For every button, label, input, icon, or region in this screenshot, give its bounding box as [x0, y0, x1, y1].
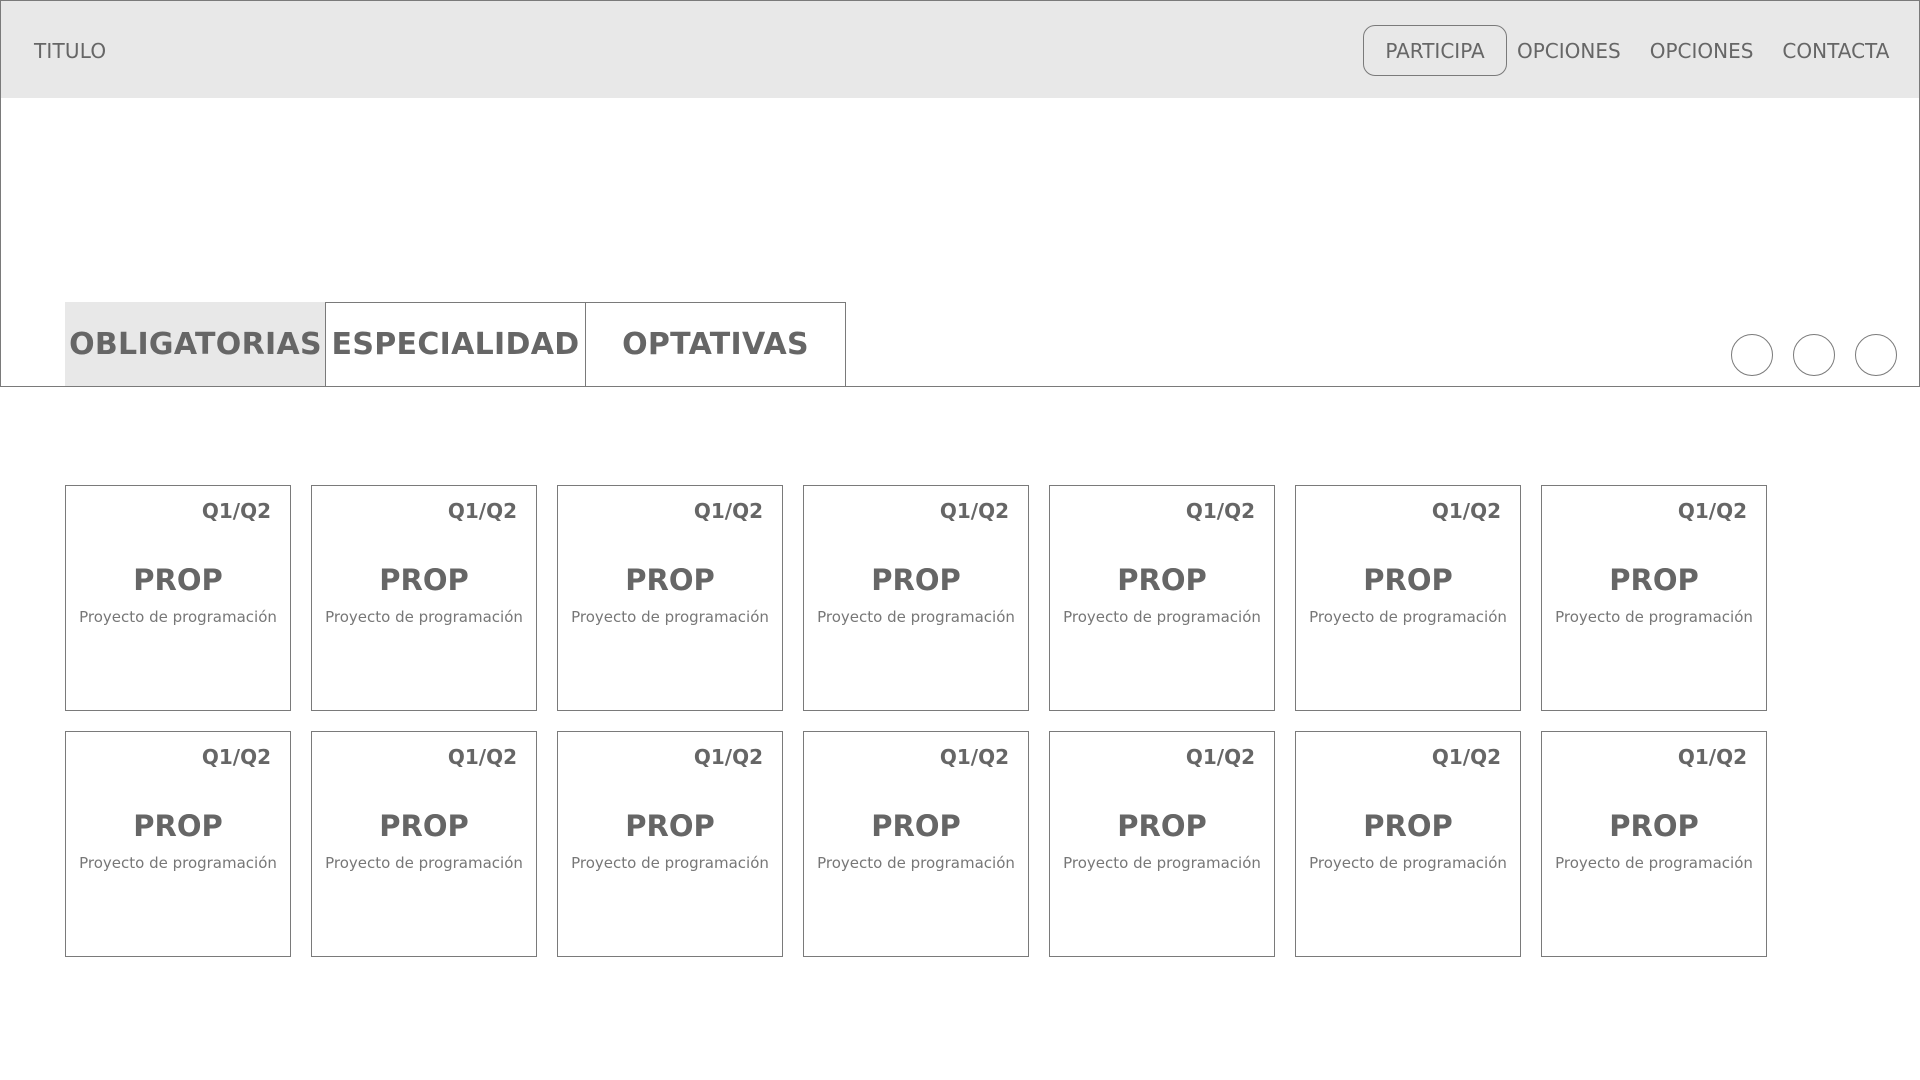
subject-card[interactable]: Q1/Q2 PROP Proyecto de programación [65, 731, 291, 957]
subject-card[interactable]: Q1/Q2 PROP Proyecto de programación [803, 485, 1029, 711]
card-name: Proyecto de programación [817, 608, 1015, 626]
card-code: PROP [871, 563, 961, 597]
card-term: Q1/Q2 [447, 499, 517, 523]
card-name: Proyecto de programación [1309, 854, 1507, 872]
main-nav: PARTICIPA OPCIONES OPCIONES CONTACTA [1363, 25, 1889, 76]
card-term: Q1/Q2 [201, 499, 271, 523]
subject-card-grid: Q1/Q2 PROP Proyecto de programación Q1/Q… [65, 485, 1767, 957]
card-code: PROP [1363, 563, 1453, 597]
card-name: Proyecto de programación [571, 608, 769, 626]
subject-card[interactable]: Q1/Q2 PROP Proyecto de programación [1541, 731, 1767, 957]
tab-especialidad[interactable]: ESPECIALIDAD [325, 302, 586, 387]
nav-participa-button[interactable]: PARTICIPA [1363, 25, 1507, 76]
card-term: Q1/Q2 [1185, 745, 1255, 769]
card-term: Q1/Q2 [693, 499, 763, 523]
card-name: Proyecto de programación [1063, 854, 1261, 872]
card-name: Proyecto de programación [1063, 608, 1261, 626]
card-term: Q1/Q2 [1185, 499, 1255, 523]
card-code: PROP [1363, 809, 1453, 843]
card-code: PROP [133, 563, 223, 597]
subject-card[interactable]: Q1/Q2 PROP Proyecto de programación [65, 485, 291, 711]
subject-card[interactable]: Q1/Q2 PROP Proyecto de programación [1541, 485, 1767, 711]
card-name: Proyecto de programación [79, 608, 277, 626]
card-name: Proyecto de programación [79, 854, 277, 872]
nav-opciones-link-1[interactable]: OPCIONES [1517, 39, 1621, 63]
subject-card[interactable]: Q1/Q2 PROP Proyecto de programación [1049, 485, 1275, 711]
subject-card[interactable]: Q1/Q2 PROP Proyecto de programación [557, 731, 783, 957]
card-code: PROP [1609, 809, 1699, 843]
card-name: Proyecto de programación [817, 854, 1015, 872]
card-code: PROP [871, 809, 961, 843]
subject-card[interactable]: Q1/Q2 PROP Proyecto de programación [1295, 731, 1521, 957]
nav-opciones-link-2[interactable]: OPCIONES [1650, 39, 1754, 63]
card-code: PROP [379, 563, 469, 597]
card-term: Q1/Q2 [1431, 499, 1501, 523]
card-term: Q1/Q2 [1431, 745, 1501, 769]
card-name: Proyecto de programación [325, 608, 523, 626]
card-code: PROP [1117, 809, 1207, 843]
subject-tabs: OBLIGATORIAS ESPECIALIDAD OPTATIVAS [65, 302, 846, 387]
card-code: PROP [625, 809, 715, 843]
card-term: Q1/Q2 [693, 745, 763, 769]
top-navbar: TITULO PARTICIPA OPCIONES OPCIONES CONTA… [0, 0, 1920, 99]
card-code: PROP [1609, 563, 1699, 597]
card-term: Q1/Q2 [939, 499, 1009, 523]
card-term: Q1/Q2 [1677, 745, 1747, 769]
card-code: PROP [133, 809, 223, 843]
card-name: Proyecto de programación [1309, 608, 1507, 626]
tab-optativas[interactable]: OPTATIVAS [585, 302, 846, 387]
subject-card[interactable]: Q1/Q2 PROP Proyecto de programación [557, 485, 783, 711]
carousel-dot-3[interactable] [1855, 334, 1897, 376]
subject-card[interactable]: Q1/Q2 PROP Proyecto de programación [1049, 731, 1275, 957]
subject-card[interactable]: Q1/Q2 PROP Proyecto de programación [311, 485, 537, 711]
nav-contacta-link[interactable]: CONTACTA [1782, 39, 1889, 63]
card-term: Q1/Q2 [447, 745, 517, 769]
card-name: Proyecto de programación [1555, 608, 1753, 626]
site-title[interactable]: TITULO [34, 39, 106, 63]
subject-card[interactable]: Q1/Q2 PROP Proyecto de programación [803, 731, 1029, 957]
card-code: PROP [379, 809, 469, 843]
card-name: Proyecto de programación [571, 854, 769, 872]
card-name: Proyecto de programación [325, 854, 523, 872]
carousel-dots [1731, 334, 1917, 376]
card-term: Q1/Q2 [201, 745, 271, 769]
subject-card[interactable]: Q1/Q2 PROP Proyecto de programación [311, 731, 537, 957]
card-code: PROP [1117, 563, 1207, 597]
tab-obligatorias[interactable]: OBLIGATORIAS [65, 302, 326, 387]
carousel-dot-2[interactable] [1793, 334, 1835, 376]
card-term: Q1/Q2 [1677, 499, 1747, 523]
card-code: PROP [625, 563, 715, 597]
card-term: Q1/Q2 [939, 745, 1009, 769]
subject-card[interactable]: Q1/Q2 PROP Proyecto de programación [1295, 485, 1521, 711]
carousel-dot-1[interactable] [1731, 334, 1773, 376]
card-name: Proyecto de programación [1555, 854, 1753, 872]
